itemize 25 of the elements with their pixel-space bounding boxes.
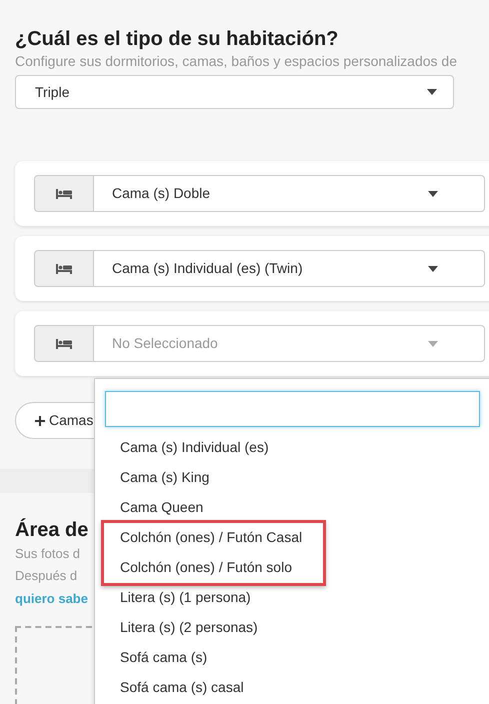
plus-icon (35, 416, 45, 426)
bed-icon (56, 264, 72, 274)
bed-icon (56, 188, 72, 198)
section-text: Después d (15, 567, 78, 585)
bed-icon (56, 338, 72, 348)
subtitle: Configure sus dormitorios, camas, baños y espacios personalizados de (15, 52, 458, 70)
dropdown-option[interactable]: Sofá cama (s) (105, 642, 489, 672)
caret-icon (428, 266, 438, 272)
dropdown-option[interactable]: Colchón (ones) / Futón solo (105, 552, 489, 582)
section-title: Área de (15, 517, 88, 543)
section-text: Sus fotos d (15, 545, 80, 563)
heading: ¿Cuál es el tipo de su habitación? (15, 27, 340, 52)
dropdown-option[interactable]: Litera (s) (1 persona) (105, 582, 489, 612)
bed-type-select[interactable]: Cama (s) Individual (es) (Twin) (94, 250, 485, 287)
search-field[interactable] (105, 391, 480, 427)
caret-icon (427, 89, 437, 95)
room-type-select[interactable]: Triple (15, 75, 454, 109)
caret-icon (428, 340, 438, 346)
dropdown-option[interactable]: Colchón (ones) / Futón Casal (105, 522, 489, 552)
dropdown-option[interactable]: Cama Queen (105, 492, 489, 522)
bed-type-select[interactable]: Cama (s) Doble (94, 175, 485, 212)
dropdown-option[interactable]: Cama (s) King (105, 462, 489, 492)
caret-icon (428, 190, 438, 196)
dropdown-option[interactable]: Litera (s) (2 personas) (105, 612, 489, 642)
dropdown-option[interactable]: Sofá cama (s) casal (105, 672, 489, 702)
